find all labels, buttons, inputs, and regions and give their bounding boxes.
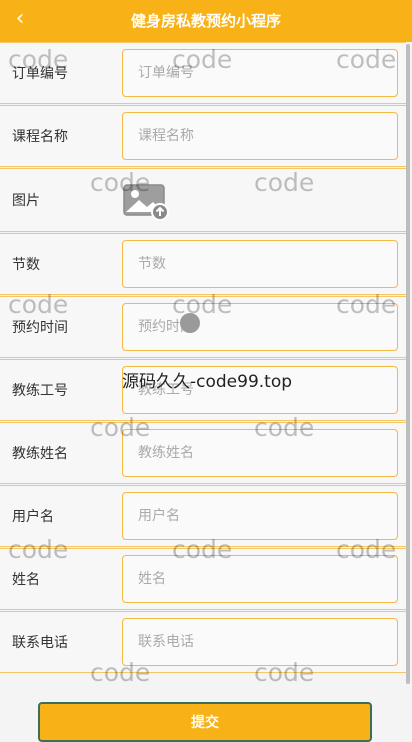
sessions-input[interactable] bbox=[122, 240, 398, 288]
name-input[interactable] bbox=[122, 555, 398, 603]
course-name-label: 课程名称 bbox=[12, 129, 68, 145]
order-number-input[interactable] bbox=[122, 49, 398, 97]
username-label: 用户名 bbox=[12, 509, 54, 525]
form-row-coach-id: 教练工号 bbox=[0, 359, 406, 421]
phone-label: 联系电话 bbox=[12, 635, 68, 651]
name-label: 姓名 bbox=[12, 572, 40, 588]
form-row-phone: 联系电话 bbox=[0, 611, 406, 673]
booking-form: 订单编号 课程名称 图片 节数 预约时间 教练工号 教练姓名 bbox=[0, 42, 406, 674]
scrollbar[interactable] bbox=[406, 44, 410, 684]
form-row-order-number: 订单编号 bbox=[0, 42, 406, 104]
coach-name-input[interactable] bbox=[122, 429, 398, 477]
form-row-image: 图片 bbox=[0, 168, 406, 232]
coach-id-input[interactable] bbox=[122, 366, 398, 414]
sessions-label: 节数 bbox=[12, 257, 40, 273]
form-row-name: 姓名 bbox=[0, 548, 406, 610]
coach-name-label: 教练姓名 bbox=[12, 446, 68, 462]
coach-id-label: 教练工号 bbox=[12, 383, 68, 399]
booking-time-input[interactable] bbox=[122, 303, 398, 351]
form-row-username: 用户名 bbox=[0, 485, 406, 547]
form-row-coach-name: 教练姓名 bbox=[0, 422, 406, 484]
form-row-course-name: 课程名称 bbox=[0, 105, 406, 167]
form-row-sessions: 节数 bbox=[0, 233, 406, 295]
image-label: 图片 bbox=[12, 193, 40, 209]
phone-input[interactable] bbox=[122, 618, 398, 666]
username-input[interactable] bbox=[122, 492, 398, 540]
page-title: 健身房私教预约小程序 bbox=[130, 12, 281, 30]
submit-button[interactable]: 提交 bbox=[38, 702, 372, 742]
navbar: ‹ 健身房私教预约小程序 bbox=[0, 0, 412, 42]
booking-time-label: 预约时间 bbox=[12, 320, 68, 336]
image-upload-icon[interactable] bbox=[122, 179, 170, 221]
form-row-booking-time: 预约时间 bbox=[0, 296, 406, 358]
order-number-label: 订单编号 bbox=[12, 66, 68, 82]
course-name-input[interactable] bbox=[122, 112, 398, 160]
